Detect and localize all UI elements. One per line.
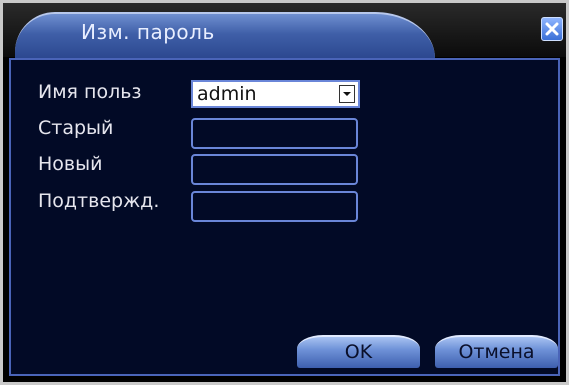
change-password-dialog: Изм. пароль Имя польз admin Старый Новый… [3, 3, 566, 382]
chevron-down-icon[interactable] [339, 85, 355, 103]
user-select[interactable]: admin [191, 80, 360, 108]
close-button[interactable] [541, 17, 563, 41]
old-password-label: Старый [38, 117, 114, 139]
title-tab [15, 12, 435, 58]
confirm-password-label: Подтвержд. [38, 190, 160, 212]
old-password-field[interactable] [191, 118, 358, 149]
confirm-password-field[interactable] [191, 191, 358, 222]
new-password-field[interactable] [191, 154, 358, 185]
title-bar: Изм. пароль [3, 3, 566, 58]
close-icon [545, 22, 559, 36]
ok-button[interactable]: OK [297, 335, 420, 368]
cancel-button[interactable]: Отмена [435, 335, 558, 368]
user-select-value: admin [197, 83, 257, 105]
new-password-label: Новый [38, 153, 103, 175]
form-panel: Имя польз admin Старый Новый Подтвержд. … [9, 58, 560, 376]
dialog-title: Изм. пароль [81, 20, 215, 44]
user-label: Имя польз [38, 81, 142, 103]
